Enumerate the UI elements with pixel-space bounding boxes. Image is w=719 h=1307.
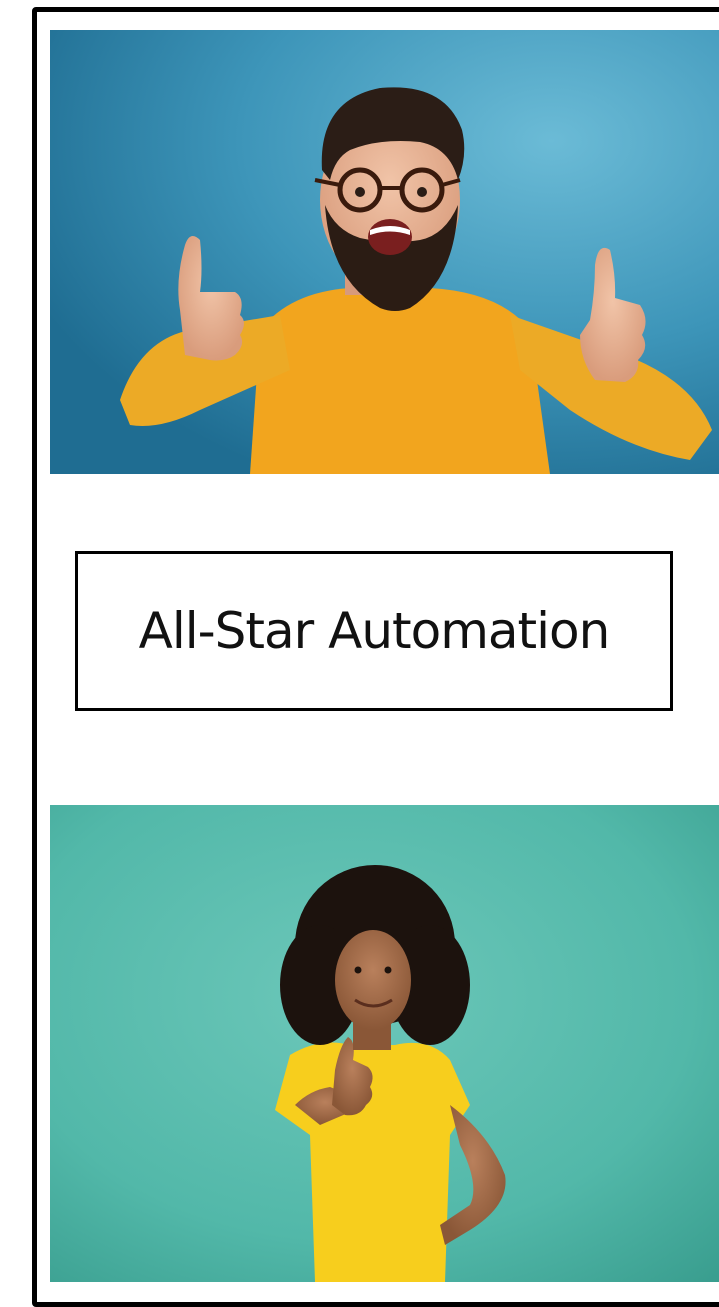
logo-text: All-Star Automation [138, 602, 611, 660]
hero-photo-man-thumbs-up [50, 30, 719, 474]
hero-photo-woman-thumbs-up [50, 805, 719, 1282]
logo-box: All-Star Automation [75, 551, 673, 711]
